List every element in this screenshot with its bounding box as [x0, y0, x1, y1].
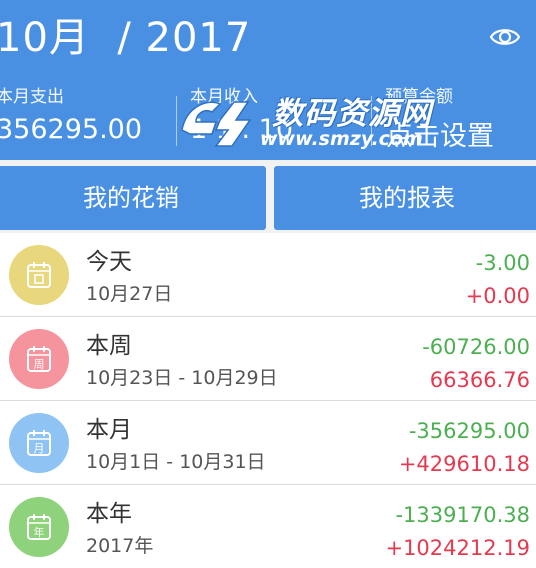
budget-balance[interactable]: 预算余额 — [385, 86, 453, 108]
monthly-income: 本月收入 1 1 . 10 — [190, 86, 293, 148]
row-title: 今天 — [86, 249, 132, 275]
calendar-icon-badge — [9, 245, 69, 305]
row-income: +1024212.19 — [385, 536, 530, 560]
list-item[interactable]: 年 本年 2017年 -1339170.38 +1024212.19 — [0, 485, 536, 568]
monthly-income-label: 本月收入 — [190, 87, 258, 107]
row-title: 本周 — [86, 333, 132, 359]
list-item[interactable]: 今天 10月27日 -3.00 +0.00 — [0, 233, 536, 317]
calendar-month-icon: 月 — [27, 430, 51, 456]
month-title[interactable]: 10月 / 2017 — [0, 14, 251, 62]
calendar-day-mark — [34, 274, 44, 284]
row-income: +0.00 — [465, 284, 530, 308]
tab-bar: 我的花销 我的报表 — [0, 166, 536, 230]
eye-icon[interactable] — [488, 20, 522, 54]
calendar-year-icon-badge: 年 — [9, 497, 69, 557]
calendar-glyph: 周 — [34, 358, 45, 371]
calendar-icon — [27, 262, 51, 288]
calendar-week-icon: 周 — [27, 346, 51, 372]
divider — [176, 96, 177, 146]
monthly-expense-value: 356295.00 — [0, 114, 143, 145]
tab-my-reports[interactable]: 我的报表 — [274, 166, 536, 230]
tab-my-spending[interactable]: 我的花销 — [0, 166, 266, 230]
row-date-range: 2017年 — [86, 535, 154, 557]
calendar-month-icon-badge: 月 — [9, 413, 69, 473]
row-expense: -3.00 — [475, 251, 530, 275]
row-date-range: 10月1日 - 10月31日 — [86, 451, 266, 473]
calendar-week-icon-badge: 周 — [9, 329, 69, 389]
row-title: 本月 — [86, 417, 132, 443]
calendar-glyph: 月 — [34, 442, 45, 455]
row-income: 66366.76 — [429, 368, 530, 392]
monthly-income-value: 1 1 . 10 — [190, 114, 294, 145]
calendar-glyph: 年 — [34, 525, 45, 539]
monthly-expense: 本月支出 356295.00 — [0, 86, 142, 148]
monthly-expense-label: 本月支出 — [0, 87, 64, 107]
summary-header: 10月 / 2017 本月支出 356295.00 本月收入 1 1 . 10 … — [0, 0, 536, 160]
budget-balance-label: 预算余额 — [385, 87, 453, 107]
budget-set-button[interactable]: 点击设置 — [386, 114, 494, 153]
row-expense: -1339170.38 — [395, 503, 530, 527]
row-date-range: 10月23日 - 10月29日 — [86, 367, 278, 389]
row-income: +429610.18 — [398, 452, 530, 476]
summary-list: 今天 10月27日 -3.00 +0.00 周 本周 10月23日 - 10月2… — [0, 233, 536, 568]
divider — [371, 96, 372, 146]
row-title: 本年 — [86, 501, 132, 527]
row-expense: -60726.00 — [422, 335, 530, 359]
row-expense: -356295.00 — [408, 419, 530, 443]
calendar-year-icon: 年 — [27, 514, 51, 540]
list-item[interactable]: 月 本月 10月1日 - 10月31日 -356295.00 +429610.1… — [0, 401, 536, 485]
list-item[interactable]: 周 本周 10月23日 - 10月29日 -60726.00 66366.76 — [0, 317, 536, 401]
row-date-range: 10月27日 — [86, 283, 173, 305]
